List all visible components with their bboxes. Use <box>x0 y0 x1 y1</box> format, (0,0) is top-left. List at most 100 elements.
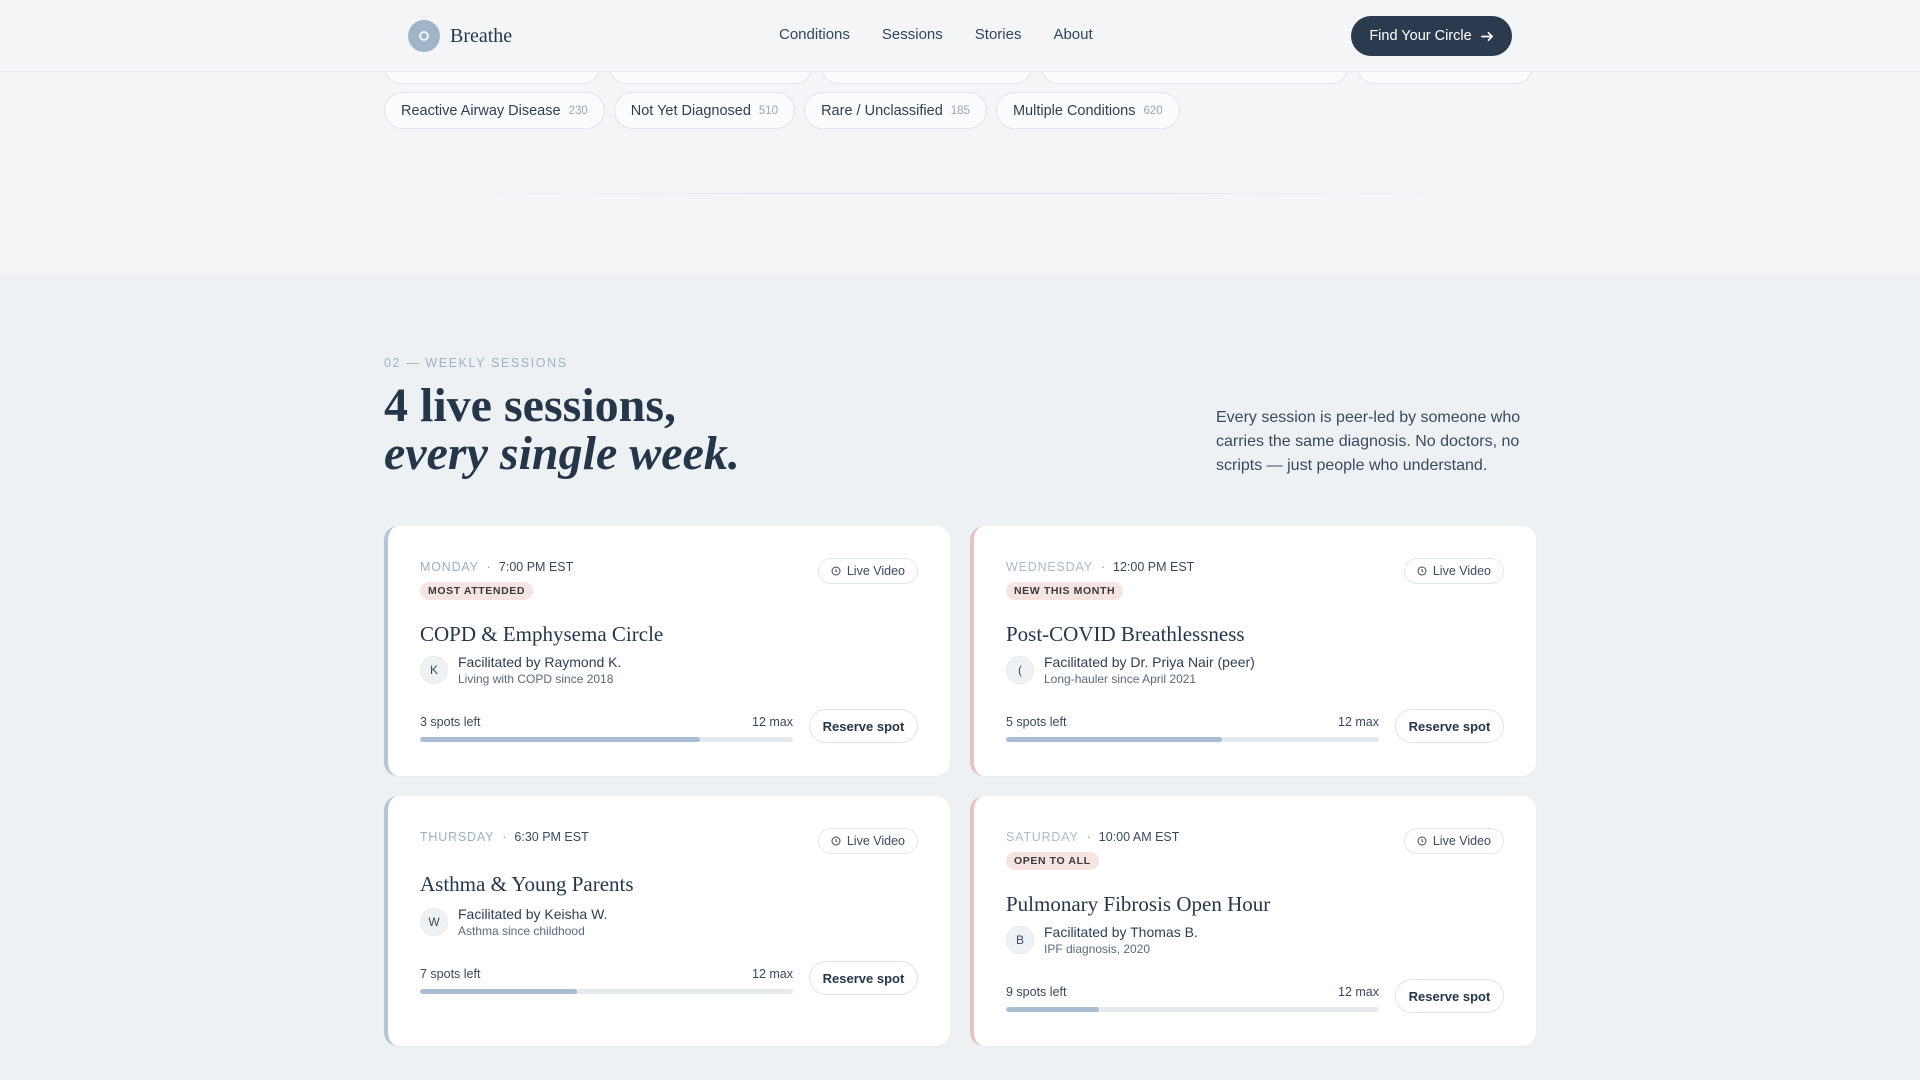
session-badge: OPEN TO ALL <box>1006 852 1099 870</box>
spots-left: 3 spots left <box>420 715 481 729</box>
facilitator-bio: Living with COPD since 2018 <box>458 672 614 686</box>
session-title: COPD & Emphysema Circle <box>420 622 664 646</box>
chip-count: 185 <box>950 104 970 117</box>
nav-conditions[interactable]: Conditions <box>779 26 850 43</box>
max-capacity: 12 max <box>1338 715 1379 729</box>
clock-icon <box>831 566 841 576</box>
chip-count: 620 <box>1143 104 1163 117</box>
capacity: 7 spots left 12 max <box>420 967 793 994</box>
session-card-pulmonary-fibrosis: SATURDAY · 10:00 AM EST OPEN TO ALL Live… <box>970 796 1536 1046</box>
clock-icon <box>1417 566 1427 576</box>
chip-count: 510 <box>758 104 779 117</box>
clock-icon <box>1417 836 1427 846</box>
section-eyebrow: 02 — WEEKLY SESSIONS <box>384 356 568 370</box>
chip-label: Not Yet Diagnosed <box>630 102 751 119</box>
chip-label: Reactive Airway Disease <box>401 102 561 119</box>
brand-logo[interactable]: Breathe <box>408 20 512 52</box>
chip-multiple-conditions[interactable]: Multiple Conditions 620 <box>995 92 1180 129</box>
session-format: Live Video <box>1432 564 1491 578</box>
session-title: Post-COVID Breathlessness <box>1006 622 1245 646</box>
session-schedule: THURSDAY · 6:30 PM EST <box>420 830 589 844</box>
chip-label: Multiple Conditions <box>1012 102 1136 119</box>
facilitator-name: Facilitated by Keisha W. <box>458 906 608 922</box>
separator-dot: · <box>1100 560 1106 574</box>
facilitator-bio: IPF diagnosis, 2020 <box>1044 942 1151 956</box>
reserve-spot-button[interactable]: Reserve spot <box>809 961 918 995</box>
session-day: SATURDAY <box>1006 830 1079 844</box>
capacity: 5 spots left 12 max <box>1006 715 1379 742</box>
reserve-spot-button[interactable]: Reserve spot <box>809 709 918 743</box>
reserve-spot-button[interactable]: Reserve spot <box>1395 979 1504 1013</box>
session-format: Live Video <box>846 834 905 848</box>
clock-icon <box>831 836 841 846</box>
session-card-asthma: THURSDAY · 6:30 PM EST Live Video Asthma… <box>384 796 950 1046</box>
session-time: 12:00 PM EST <box>1113 560 1195 574</box>
nav-stories[interactable]: Stories <box>975 26 1022 43</box>
chip-label: Rare / Unclassified <box>821 102 943 119</box>
live-video-tag: Live Video <box>1403 558 1504 584</box>
facilitator-name: Facilitated by Raymond K. <box>458 654 622 670</box>
chip-reactive-airway-disease[interactable]: Reactive Airway Disease 230 <box>384 92 605 129</box>
headline-line-2: every single week. <box>384 427 740 480</box>
separator-dot: · <box>502 830 507 844</box>
avatar: ( <box>1006 656 1034 684</box>
session-format: Live Video <box>1432 834 1491 848</box>
facilitator-bio: Long-hauler since April 2021 <box>1044 672 1197 686</box>
breath-logo-icon <box>408 20 440 52</box>
facilitator-name: Facilitated by Dr. Priya Nair (peer) <box>1044 654 1255 670</box>
chip-rare-unclassified[interactable]: Rare / Unclassified 185 <box>804 92 987 129</box>
chip-not-yet-diagnosed[interactable]: Not Yet Diagnosed 510 <box>613 92 796 129</box>
facilitator: W Facilitated by Keisha W. Asthma since … <box>420 906 607 938</box>
session-title: Pulmonary Fibrosis Open Hour <box>1006 892 1271 916</box>
capacity-bar <box>420 989 793 994</box>
separator-dot: · <box>1086 830 1091 844</box>
cta-label: Find Your Circle <box>1369 28 1472 44</box>
capacity: 3 spots left 12 max <box>420 715 793 742</box>
session-schedule: MONDAY · 7:00 PM EST <box>420 560 573 574</box>
capacity: 9 spots left 12 max <box>1006 985 1379 1012</box>
nav-sessions[interactable]: Sessions <box>882 26 943 43</box>
capacity-bar-fill <box>1006 1007 1100 1012</box>
capacity-bar-fill <box>1006 737 1223 742</box>
live-video-tag: Live Video <box>817 828 918 854</box>
facilitator: ( Facilitated by Dr. Priya Nair (peer) L… <box>1006 654 1255 686</box>
session-day: THURSDAY <box>420 830 495 844</box>
spots-left: 9 spots left <box>1006 985 1067 999</box>
facilitator: B Facilitated by Thomas B. IPF diagnosis… <box>1006 924 1198 956</box>
facilitator: K Facilitated by Raymond K. Living with … <box>420 654 621 686</box>
separator-dot: · <box>486 560 491 574</box>
reserve-spot-button[interactable]: Reserve spot <box>1395 709 1504 743</box>
capacity-bar <box>1006 1007 1379 1012</box>
find-your-circle-button[interactable]: Find Your Circle <box>1351 16 1512 56</box>
nav-about[interactable]: About <box>1053 26 1092 43</box>
session-format: Live Video <box>846 564 905 578</box>
capacity-bar <box>1006 737 1379 742</box>
session-card-post-covid: WEDNESDAY · 12:00 PM EST NEW THIS MONTH … <box>970 526 1536 776</box>
brand-name: Breathe <box>450 24 513 47</box>
capacity-bar-fill <box>420 737 700 742</box>
chip-count: 230 <box>568 104 588 117</box>
capacity-bar <box>420 737 793 742</box>
session-badge: MOST ATTENDED <box>420 582 534 600</box>
site-header: Breathe Conditions Sessions Stories Abou… <box>0 0 1920 72</box>
max-capacity: 12 max <box>1338 985 1379 999</box>
session-day: WEDNESDAY <box>1006 560 1093 574</box>
arrow-right-icon <box>1480 31 1493 41</box>
capacity-bar-fill <box>420 989 577 994</box>
main-nav: Conditions Sessions Stories About <box>779 26 1093 43</box>
facilitator-bio: Asthma since childhood <box>458 924 585 938</box>
avatar: W <box>420 908 448 936</box>
headline-line-1: 4 live sessions, <box>384 379 677 432</box>
session-card-copd: MONDAY · 7:00 PM EST MOST ATTENDED Live … <box>384 526 950 776</box>
max-capacity: 12 max <box>752 715 793 729</box>
section-headline: 4 live sessions, every single week. <box>384 382 740 478</box>
session-title: Asthma & Young Parents <box>420 872 634 896</box>
avatar: K <box>420 656 448 684</box>
session-time: 6:30 PM EST <box>514 830 589 844</box>
facilitator-name: Facilitated by Thomas B. <box>1044 924 1198 940</box>
session-time: 10:00 AM EST <box>1098 830 1180 844</box>
live-video-tag: Live Video <box>1403 828 1504 854</box>
spots-left: 5 spots left <box>1006 715 1067 729</box>
condition-chip-row: Reactive Airway Disease 230 Not Yet Diag… <box>384 92 1180 129</box>
weekly-sessions-section: 02 — WEEKLY SESSIONS 4 live sessions, ev… <box>0 274 1920 1080</box>
